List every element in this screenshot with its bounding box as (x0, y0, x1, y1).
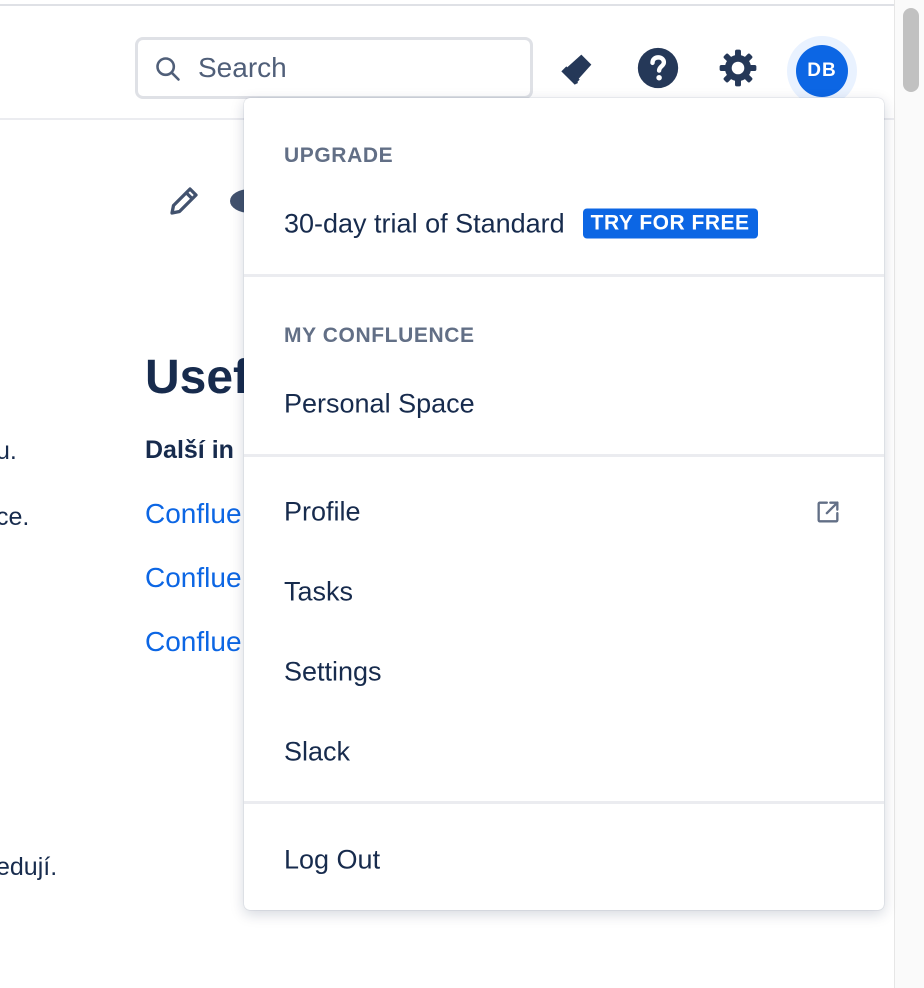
settings-icon (719, 49, 757, 87)
body-text-fragment-1: u. (0, 437, 17, 465)
scrollbar-thumb[interactable] (903, 8, 919, 92)
search-input[interactable] (198, 46, 518, 90)
avatar: DB (796, 45, 848, 97)
menu-item-personal-space[interactable]: Personal Space (244, 368, 884, 440)
section-header-my-confluence: MY CONFLUENCE (284, 324, 475, 347)
menu-item-log-out[interactable]: Log Out (244, 824, 884, 896)
help-icon (637, 47, 679, 89)
page-heading: Usef (145, 351, 250, 404)
menu-divider (244, 454, 884, 457)
section-header-upgrade: UPGRADE (284, 144, 394, 167)
content-link-3[interactable]: Conflue (145, 626, 242, 658)
help-button[interactable] (634, 44, 682, 92)
body-text-fragment-3: edují. (0, 853, 58, 881)
section-bold-text: Další in (145, 436, 234, 464)
megaphone-icon (561, 54, 592, 85)
menu-item-settings[interactable]: Settings (244, 636, 884, 708)
trial-label-row: 30-day trial of Standard TRY FOR FREE (284, 208, 758, 240)
content-link-1[interactable]: Conflue (145, 498, 242, 530)
log-out-label: Log Out (284, 844, 381, 875)
body-text-fragment-2: ce. (0, 503, 30, 531)
search-icon (156, 57, 180, 81)
menu-item-tasks[interactable]: Tasks (244, 556, 884, 628)
search-box[interactable] (135, 37, 533, 99)
menu-item-slack[interactable]: Slack (244, 716, 884, 788)
menu-item-profile[interactable]: Profile (244, 476, 884, 548)
content-link-2[interactable]: Conflue (145, 562, 242, 594)
vertical-scrollbar[interactable] (894, 0, 924, 988)
notifications-button[interactable] (554, 44, 602, 92)
tasks-label: Tasks (284, 576, 354, 607)
profile-label: Profile (284, 496, 361, 527)
settings-button[interactable] (714, 44, 762, 92)
menu-divider (244, 274, 884, 277)
try-for-free-badge: TRY FOR FREE (582, 208, 758, 239)
profile-avatar-button[interactable]: DB (787, 36, 857, 106)
external-link-icon (817, 501, 839, 523)
menu-item-trial[interactable]: 30-day trial of Standard TRY FOR FREE (244, 188, 884, 260)
menu-divider (244, 801, 884, 804)
trial-label: 30-day trial of Standard (284, 208, 565, 239)
personal-space-label: Personal Space (284, 388, 475, 419)
settings-label: Settings (284, 656, 382, 687)
profile-dropdown-menu: UPGRADE 30-day trial of Standard TRY FOR … (244, 98, 884, 910)
slack-label: Slack (284, 736, 351, 767)
edit-icon[interactable] (166, 183, 202, 219)
